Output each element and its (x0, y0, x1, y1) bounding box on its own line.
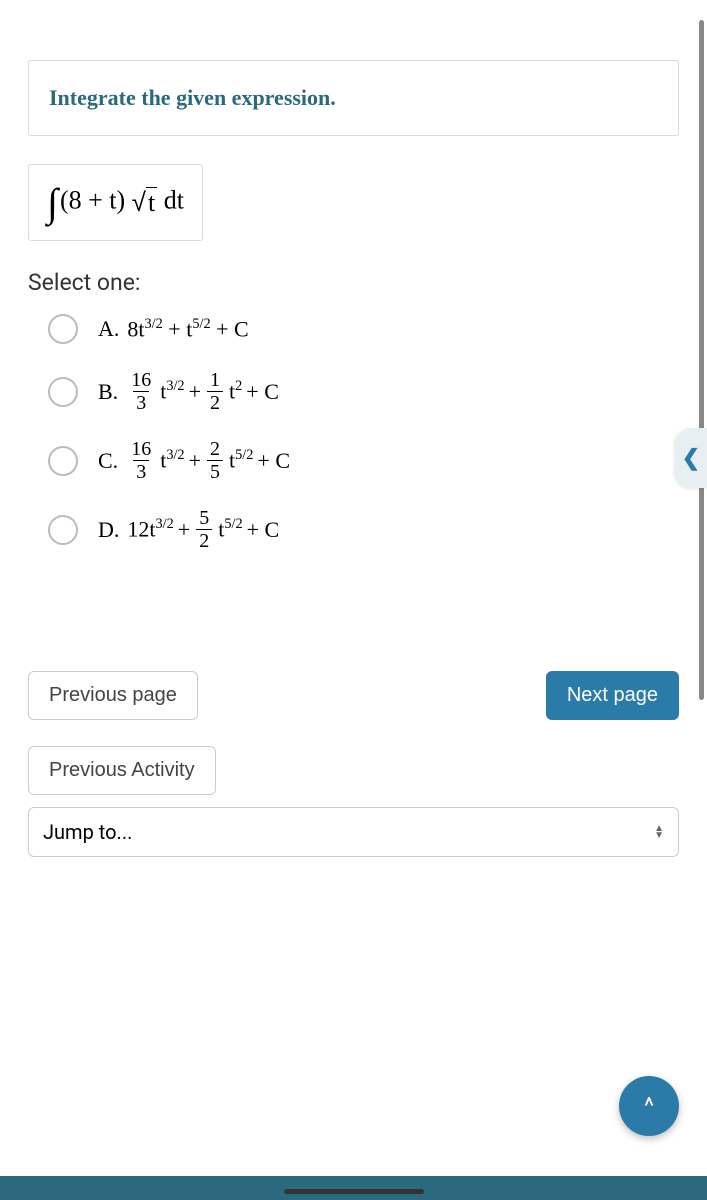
question-title: Integrate the given expression. (49, 85, 658, 111)
select-one-label: Select one: (28, 269, 679, 296)
select-arrows-icon: ▲▼ (654, 825, 664, 839)
integral-expression: ∫(8 + t) √t dt (28, 164, 203, 241)
fraction: 52 (196, 508, 212, 551)
radio-c[interactable] (48, 446, 78, 476)
option-letter: A. (98, 316, 119, 342)
option-letter: C. (98, 448, 118, 474)
option-letter: D. (98, 517, 119, 543)
option-b: B. 163 t3/2 + 12 t2 + C (48, 370, 679, 413)
option-c: C. 163 t3/2 + 25 t5/2 + C (48, 439, 679, 482)
chevron-left-icon: ❮ (682, 446, 700, 471)
option-letter: B. (98, 379, 118, 405)
radio-b[interactable] (48, 377, 78, 407)
options-list: A. 8t3/2 + t5/2 + C B. 163 t3/2 + 12 t2 … (28, 314, 679, 551)
jump-label: Jump to... (43, 820, 132, 844)
option-a-math: 8t3/2 + t5/2 + C (127, 316, 248, 342)
fraction: 25 (207, 439, 223, 482)
footer-bar (0, 1176, 707, 1200)
radio-a[interactable] (48, 314, 78, 344)
option-a: A. 8t3/2 + t5/2 + C (48, 314, 679, 344)
sqrt: √t (132, 187, 158, 218)
nav-buttons: Previous page Next page Previous Activit… (28, 671, 679, 857)
chevron-up-icon: ^ (644, 1092, 654, 1120)
fraction: 12 (207, 370, 223, 413)
previous-activity-button[interactable]: Previous Activity (28, 746, 216, 795)
fraction: 163 (128, 370, 154, 413)
radio-d[interactable] (48, 515, 78, 545)
home-handle (284, 1189, 424, 1194)
option-d-math: 12t3/2 + 52 t5/2 + C (127, 508, 279, 551)
fraction: 163 (128, 439, 154, 482)
scroll-indicator (699, 20, 704, 700)
integral-sign: ∫ (47, 179, 58, 226)
option-d: D. 12t3/2 + 52 t5/2 + C (48, 508, 679, 551)
side-panel-toggle[interactable]: ❮ (675, 428, 707, 488)
scroll-top-button[interactable]: ^ (619, 1076, 679, 1136)
previous-page-button[interactable]: Previous page (28, 671, 198, 720)
jump-to-select[interactable]: Jump to... ▲▼ (28, 807, 679, 857)
option-c-math: 163 t3/2 + 25 t5/2 + C (126, 439, 290, 482)
next-page-button[interactable]: Next page (546, 671, 679, 720)
question-box: Integrate the given expression. (28, 60, 679, 136)
option-b-math: 163 t3/2 + 12 t2 + C (126, 370, 279, 413)
